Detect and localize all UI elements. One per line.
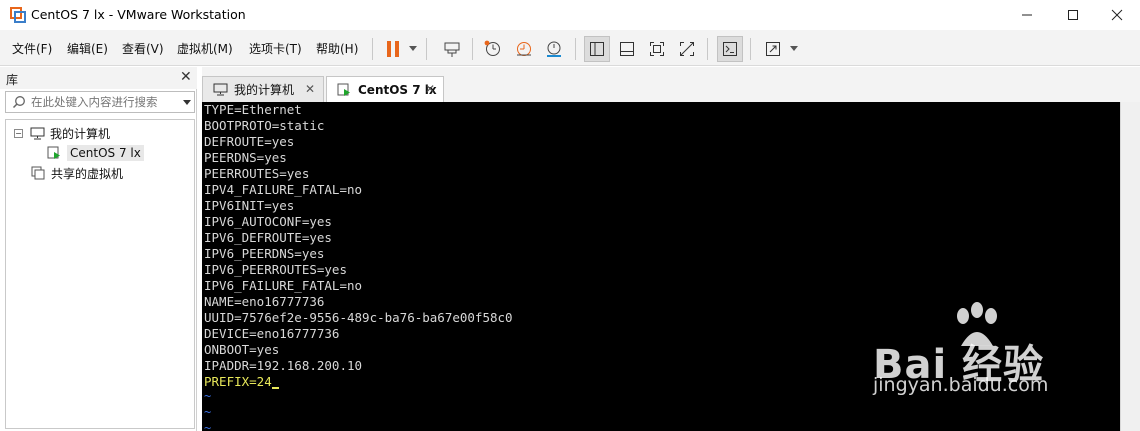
tab-close-icon[interactable]: ✕ [425, 82, 435, 96]
console-line: IPV4_FAILURE_FATAL=no [204, 182, 363, 197]
console-scrollbar[interactable] [1120, 102, 1140, 431]
toolbar-separator [575, 38, 576, 60]
power-dropdown-caret[interactable] [409, 46, 417, 51]
pause-icon [387, 41, 399, 57]
vim-tilde: ~ [204, 389, 212, 403]
console-line: IPV6_FAILURE_FATAL=no [204, 278, 363, 293]
console-view-button[interactable] [717, 36, 743, 62]
console-current-text: PREFIX=24 [204, 374, 272, 389]
tree-item-my-computer[interactable]: − 我的计算机 [14, 124, 110, 142]
console-line: TYPE=Ethernet [204, 102, 302, 117]
menu-file[interactable]: 文件(F) [12, 40, 52, 57]
vm-running-icon [337, 83, 350, 96]
toolbar-separator [426, 38, 427, 60]
show-library-button[interactable] [584, 36, 610, 62]
unity-icon [680, 42, 694, 56]
full-screen-icon [650, 42, 664, 56]
tree-item-vm[interactable]: CentOS 7 lx [46, 144, 144, 162]
console-line: PEERDNS=yes [204, 150, 287, 165]
maximize-icon [1068, 10, 1078, 20]
computer-icon [213, 83, 228, 96]
toolbar-separator [472, 38, 473, 60]
console-line: IPV6INIT=yes [204, 198, 295, 213]
window-title: CentOS 7 lx - VMware Workstation [31, 7, 246, 22]
snapshot-icon [484, 40, 500, 56]
vim-tilde: ~ [204, 405, 212, 419]
collapse-icon[interactable]: − [14, 128, 23, 138]
close-button[interactable] [1094, 0, 1140, 30]
console-line: UUID=7576ef2e-9556-489c-ba76-ba67e00f58c… [204, 310, 513, 325]
snapshot-manager-button[interactable] [541, 36, 567, 62]
library-title: 库 [6, 73, 19, 87]
console-line: DEFROUTE=yes [204, 134, 295, 149]
console-line: PEERROUTES=yes [204, 166, 310, 181]
menu-view[interactable]: 查看(V) [122, 40, 164, 57]
console-line: DEVICE=eno16777736 [204, 326, 340, 341]
console-line: IPV6_AUTOCONF=yes [204, 214, 332, 229]
console-line: NAME=eno16777736 [204, 294, 325, 309]
menu-edit[interactable]: 编辑(E) [67, 40, 108, 57]
shared-vms-icon [30, 166, 46, 180]
stretch-dropdown-caret[interactable] [790, 46, 798, 51]
tab-strip: 我的计算机 ✕ CentOS 7 lx ✕ [202, 67, 1140, 103]
maximize-button[interactable] [1050, 0, 1096, 30]
tree-label-my-computer: 我的计算机 [50, 126, 111, 141]
tree-item-shared-vms[interactable]: 共享的虚拟机 [30, 164, 123, 182]
vm-console[interactable]: TYPE=Ethernet BOOTPROTO=static DEFROUTE=… [202, 102, 1120, 431]
revert-snapshot-button[interactable] [511, 36, 537, 62]
console-line: IPADDR=192.168.200.10 [204, 358, 363, 373]
unity-button[interactable] [674, 36, 700, 62]
send-ctrl-alt-del-button[interactable] [439, 36, 465, 62]
snapshot-manager-icon [547, 41, 561, 57]
vim-tilde: ~ [204, 421, 212, 431]
tab-my-computer[interactable]: 我的计算机 ✕ [202, 76, 324, 102]
take-snapshot-button[interactable] [480, 36, 506, 62]
send-keys-icon [444, 42, 460, 57]
library-close-icon[interactable]: ✕ [180, 69, 192, 85]
search-icon [12, 96, 25, 109]
menu-toolbar: 文件(F) 编辑(E) 查看(V) 虚拟机(M) 选项卡(T) 帮助(H) [0, 30, 1140, 66]
library-header: 库 ✕ [0, 67, 197, 89]
title-bar: CentOS 7 lx - VMware Workstation [0, 0, 1140, 30]
library-panel: 库 ✕ − 我的计算机 CentOS 7 lx 共享的虚拟机 [0, 67, 197, 431]
menu-help[interactable]: 帮助(H) [316, 40, 358, 57]
tree-label-shared-vms: 共享的虚拟机 [51, 166, 124, 181]
vmware-app-icon [10, 7, 26, 23]
console-current-line: PREFIX=24 [204, 374, 279, 390]
library-search[interactable] [5, 91, 195, 113]
close-icon [1111, 9, 1123, 21]
search-dropdown-caret[interactable] [183, 100, 191, 105]
console-view-icon [723, 42, 737, 56]
vm-running-icon [46, 146, 62, 160]
text-cursor [271, 387, 279, 389]
toolbar-separator [372, 38, 373, 60]
library-tree: − 我的计算机 CentOS 7 lx 共享的虚拟机 [5, 119, 195, 429]
console-line: BOOTPROTO=static [204, 118, 325, 133]
search-input[interactable] [31, 93, 176, 111]
minimize-button[interactable] [1004, 0, 1050, 30]
revert-snapshot-icon [517, 42, 531, 56]
thumbnail-bar-button[interactable] [614, 36, 640, 62]
stretch-guest-button[interactable] [760, 36, 786, 62]
computer-icon [29, 126, 45, 140]
toolbar-separator [750, 38, 751, 60]
console-line: IPV6_PEERROUTES=yes [204, 262, 347, 277]
menu-tabs[interactable]: 选项卡(T) [249, 40, 302, 57]
console-line: IPV6_DEFROUTE=yes [204, 230, 332, 245]
stretch-icon [766, 42, 780, 56]
tree-label-vm: CentOS 7 lx [67, 145, 144, 161]
console-line: IPV6_PEERDNS=yes [204, 246, 325, 261]
library-view-icon [590, 42, 604, 56]
tab-close-icon[interactable]: ✕ [305, 82, 315, 96]
toolbar-separator [707, 38, 708, 60]
menu-vm[interactable]: 虚拟机(M) [177, 40, 233, 57]
full-screen-button[interactable] [644, 36, 670, 62]
thumbnail-bar-icon [620, 42, 634, 56]
tab-vm[interactable]: CentOS 7 lx ✕ [326, 76, 444, 103]
console-line: ONBOOT=yes [204, 342, 280, 357]
minimize-icon [1022, 14, 1032, 16]
tab-label-my-computer: 我的计算机 [234, 83, 295, 97]
pause-button[interactable] [380, 36, 406, 62]
